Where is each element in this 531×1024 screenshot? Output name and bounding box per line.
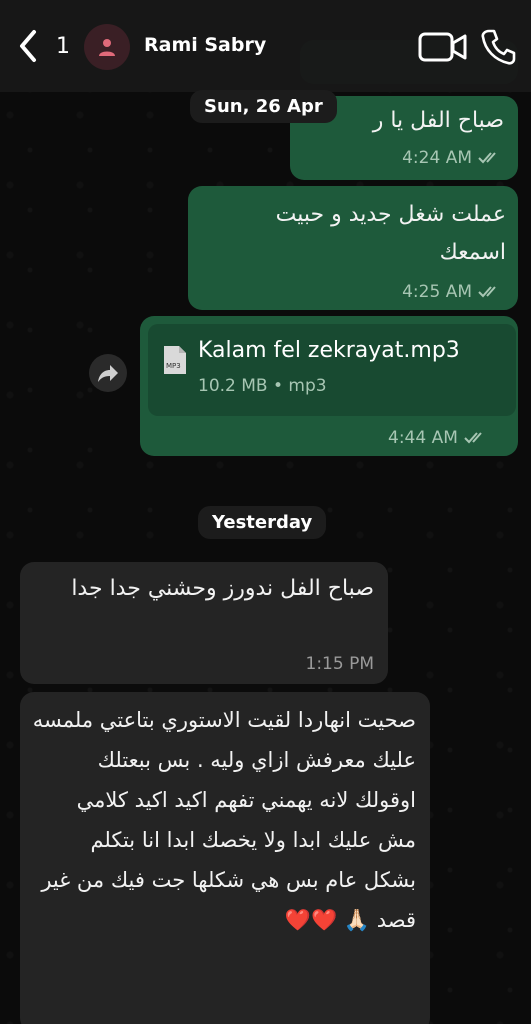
message-bubble-incoming[interactable]: صباح الفل ندورز وحشني جدا جدا 1:15 PM: [20, 562, 388, 684]
double-check-icon: [478, 152, 496, 164]
chat-header: 1 Rami Sabry: [0, 0, 531, 92]
mp3-file-icon: MP3: [164, 346, 186, 374]
message-time: 4:25 AM: [402, 282, 472, 302]
unread-count: 1: [56, 33, 70, 59]
double-check-icon: [478, 286, 496, 298]
message-meta: 1:15 PM: [306, 654, 375, 674]
message-time: 4:24 AM: [402, 148, 472, 168]
chat-screen: 1 Rami Sabry Sun, 26 Apr صباح الفل يا ر …: [0, 0, 531, 1024]
message-bubble-outgoing[interactable]: عملت شغل جديد و حبيت اسمعك 4:25 AM: [188, 186, 518, 310]
avatar[interactable]: [84, 24, 130, 70]
video-call-icon[interactable]: [418, 30, 468, 64]
message-bubble-incoming[interactable]: صحيت انهاردا لقيت الاستوري بتاعتي ملمسه …: [20, 692, 430, 1024]
file-info: 10.2 MB • mp3: [198, 376, 327, 396]
forward-button[interactable]: [89, 354, 127, 392]
date-separator: Yesterday: [198, 506, 327, 539]
audio-file-card[interactable]: MP3 Kalam fel zekrayat.mp3 10.2 MB • mp3: [148, 324, 516, 416]
forward-icon: [98, 365, 118, 382]
contact-name[interactable]: Rami Sabry: [144, 34, 266, 56]
svg-text:MP3: MP3: [166, 362, 181, 370]
message-text: صباح الفل يا ر: [372, 108, 504, 133]
back-button[interactable]: 1: [14, 26, 70, 66]
message-time: 1:15 PM: [305, 654, 375, 674]
date-separator: Sun, 26 Apr: [190, 90, 337, 123]
message-time: 4:44 AM: [388, 428, 458, 448]
message-meta: 4:44 AM: [388, 428, 490, 448]
message-meta: 4:25 AM: [402, 282, 504, 302]
file-name: Kalam fel zekrayat.mp3: [198, 338, 460, 363]
person-icon: [99, 39, 115, 56]
message-meta: 4:24 AM: [402, 148, 504, 168]
message-text: عملت شغل جديد و حبيت اسمعك: [275, 202, 506, 265]
message-text: صحيت انهاردا لقيت الاستوري بتاعتي ملمسه …: [32, 708, 416, 932]
message-text: صباح الفل ندورز وحشني جدا جدا: [71, 576, 374, 601]
double-check-icon: [464, 432, 482, 444]
phone-icon[interactable]: [480, 28, 516, 66]
chevron-left-icon: [20, 30, 36, 62]
